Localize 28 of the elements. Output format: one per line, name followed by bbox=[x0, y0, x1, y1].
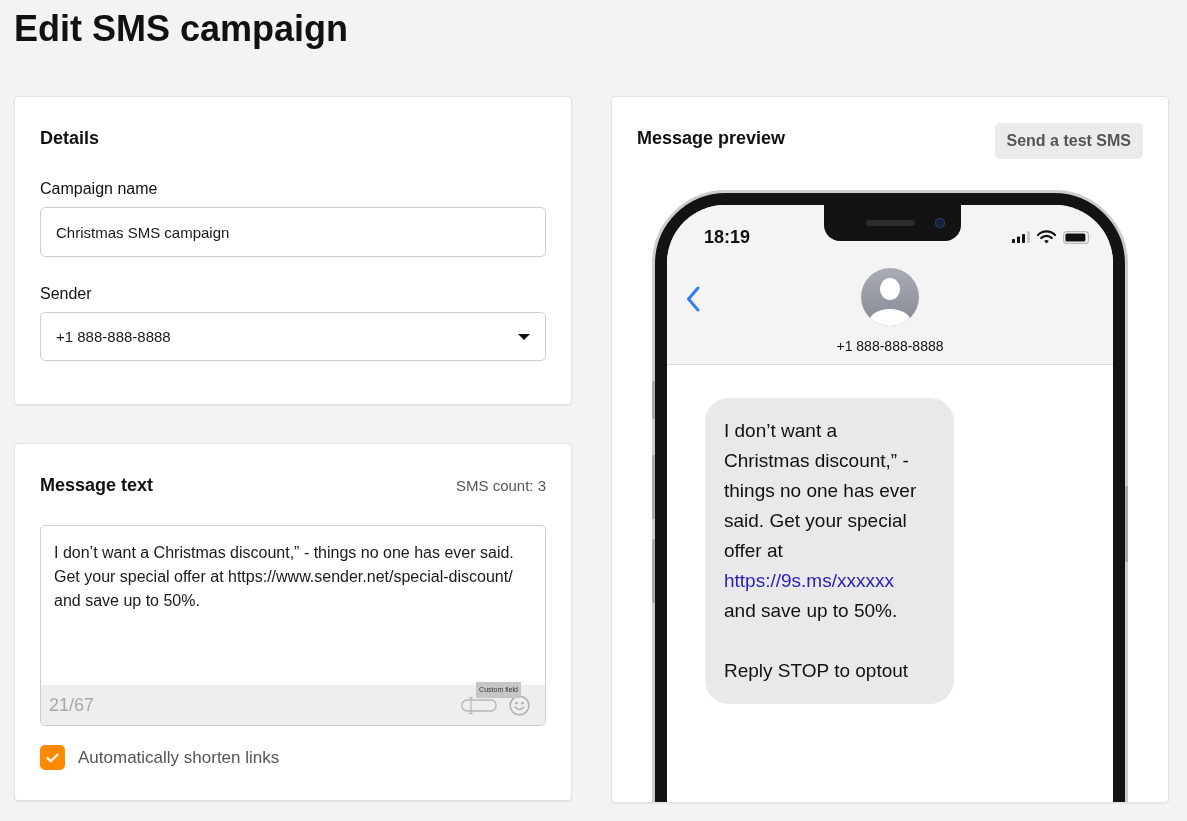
card-title: Message preview bbox=[637, 127, 786, 150]
field-label: Campaign name bbox=[40, 179, 158, 199]
back-icon[interactable] bbox=[686, 286, 700, 312]
smiley-icon[interactable] bbox=[509, 694, 530, 716]
checkbox[interactable] bbox=[40, 745, 65, 770]
sms-count: SMS count: 3 bbox=[455, 476, 546, 494]
select-field[interactable]: +1 888-888-8888 bbox=[40, 312, 546, 361]
checkbox-label: Automatically shorten links bbox=[78, 747, 280, 768]
custom-field-icon[interactable] bbox=[461, 696, 497, 714]
avatar-icon bbox=[861, 268, 919, 326]
caret-icon bbox=[518, 333, 530, 340]
status-time: 18:19 bbox=[704, 226, 751, 249]
wifi-icon bbox=[1037, 230, 1056, 244]
card-title: Message text bbox=[40, 474, 154, 497]
battery-icon bbox=[1063, 230, 1092, 244]
page-title: Edit SMS campaign bbox=[14, 7, 349, 51]
character-count: 21/67 bbox=[49, 694, 95, 716]
message-bubble-text: I don’t want a Christmas discount,” - things no one has ever said. Get your special offer at https://9s.ms/xxxxxx and save up to 50%. bbox=[724, 419, 918, 623]
opt-out-text: Reply STOP to optout bbox=[724, 659, 910, 683]
text-input[interactable]: Christmas SMS campaign bbox=[40, 207, 546, 257]
shortened-link[interactable]: https://9s.ms/xxxxxx bbox=[724, 570, 894, 591]
signal-icon bbox=[1012, 231, 1030, 243]
contact-number: +1 888-888-8888 bbox=[836, 337, 944, 355]
card-title: Details bbox=[40, 127, 100, 150]
message-textarea[interactable]: I don’t want a Christmas discount,” - things no one has ever said. Get your special offer at https://www.sender.net/special-discount/ and save up to 50%. bbox=[41, 526, 545, 685]
send-test-button[interactable]: Send a test SMS bbox=[994, 123, 1143, 159]
checkmark-icon bbox=[46, 752, 59, 763]
field-label: Sender bbox=[40, 284, 92, 304]
